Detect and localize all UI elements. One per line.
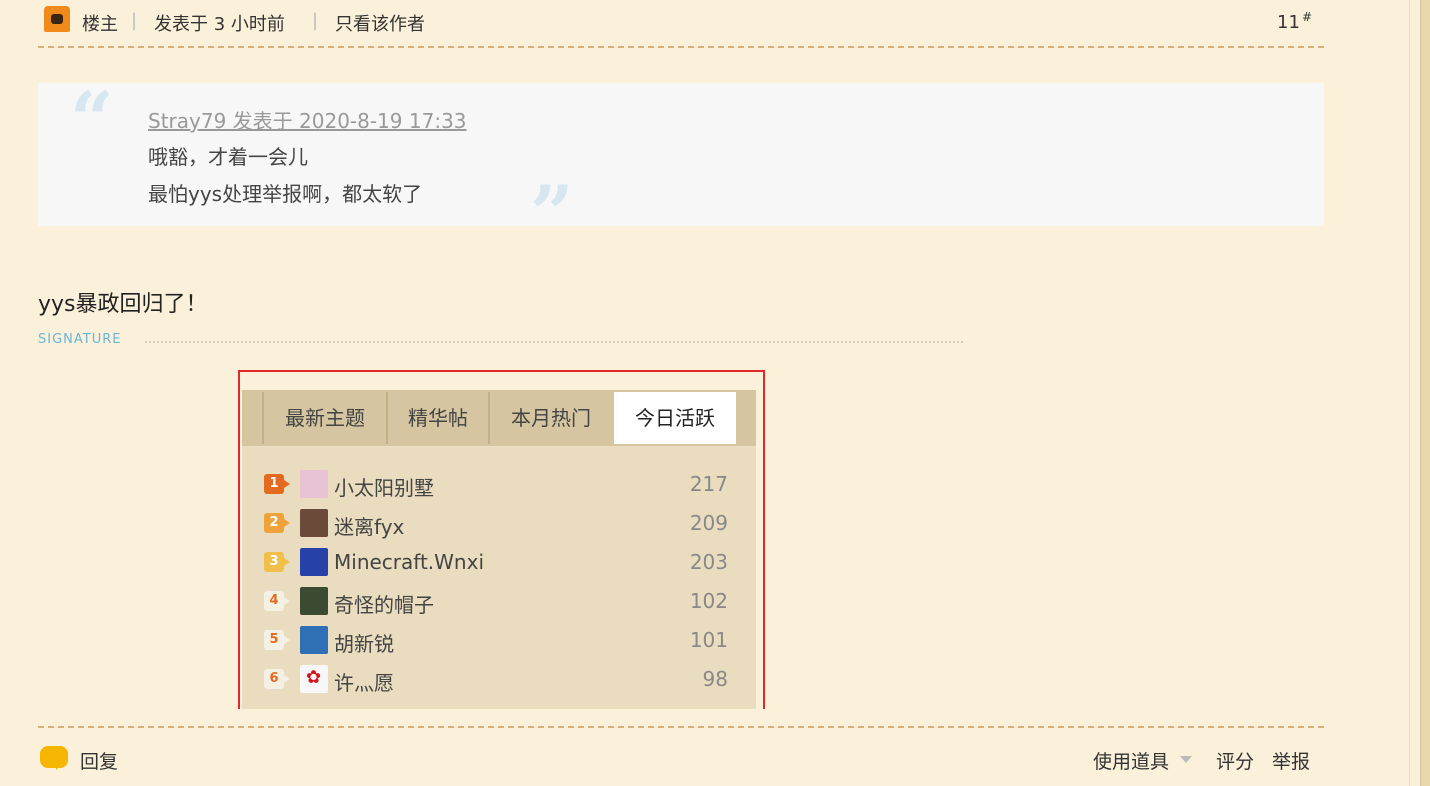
post-content: yys暴政回归了！ (38, 292, 208, 317)
quote-open-icon: “ (70, 75, 114, 164)
only-author-link[interactable]: 只看该作者 (335, 10, 425, 36)
rose-icon: ✿ (306, 667, 322, 688)
score: 98 (702, 667, 728, 691)
avatar (300, 626, 328, 654)
signature-image[interactable]: 最新主题 精华帖 本月热门 今日活跃 1 小太阳别墅 217 2 迷离fyx 2… (238, 370, 765, 709)
list-item: 2 迷离fyx 209 (264, 509, 734, 539)
user-name: 迷离fyx (334, 515, 405, 539)
score: 101 (689, 628, 728, 652)
quote-close-icon: ” (530, 169, 574, 258)
report-button[interactable]: 举报 (1272, 747, 1310, 774)
post-header: 楼主 | 发表于 3 小时前 | 只看该作者 11 # (40, 4, 1324, 36)
rank-badge: 6 (264, 669, 290, 689)
page-right-border (1409, 0, 1430, 786)
activity-widget: 最新主题 精华帖 本月热门 今日活跃 1 小太阳别墅 217 2 迷离fyx 2… (242, 390, 756, 709)
list-item: 1 小太阳别墅 217 (264, 470, 734, 500)
floor-number[interactable]: 11 # (1277, 10, 1312, 33)
signature-label: SIGNATURE (38, 332, 122, 347)
list-item: 4 奇怪的帽子 102 (264, 587, 734, 617)
score: 203 (689, 550, 728, 574)
tab-latest: 最新主题 (262, 392, 386, 444)
tab-today-active: 今日活跃 (614, 392, 736, 444)
header-divider (38, 46, 1324, 48)
signature-divider (145, 341, 963, 343)
avatar (300, 470, 328, 498)
score: 102 (689, 589, 728, 613)
use-tool-button[interactable]: 使用道具 (1093, 747, 1169, 774)
reply-icon[interactable] (40, 746, 68, 770)
rate-button[interactable]: 评分 (1216, 747, 1254, 774)
quote-block: “ Stray79 发表于 2020-8-19 17:33 哦豁，才着一会儿 最… (38, 75, 1324, 258)
user-name: Minecraft.Wnxi (334, 550, 484, 574)
user-name: 许灬愿 (334, 671, 394, 695)
separator: | (131, 10, 138, 31)
rank-badge: 3 (264, 552, 290, 572)
list-item: 6 ✿ 许灬愿 98 (264, 665, 734, 695)
score: 209 (689, 511, 728, 535)
tab-monthly-hot: 本月热门 (488, 392, 612, 444)
user-name: 奇怪的帽子 (334, 593, 434, 617)
avatar (300, 509, 328, 537)
reply-button[interactable]: 回复 (80, 747, 118, 774)
tab-featured: 精华帖 (386, 392, 488, 444)
avatar (300, 548, 328, 576)
posted-time: 发表于 3 小时前 (154, 14, 285, 35)
rank-badge: 2 (264, 513, 290, 533)
list-item: 3 Minecraft.Wnxi 203 (264, 548, 734, 578)
avatar (300, 587, 328, 615)
score: 217 (689, 472, 728, 496)
user-name: 小太阳别墅 (334, 476, 434, 500)
chevron-down-icon[interactable] (1180, 756, 1192, 763)
rank-badge: 1 (264, 474, 290, 494)
activity-tabs: 最新主题 精华帖 本月热门 今日活跃 (242, 390, 756, 446)
thread-owner-icon (44, 6, 70, 32)
user-name: 胡新锐 (334, 632, 394, 656)
list-item: 5 胡新锐 101 (264, 626, 734, 656)
separator: | (312, 10, 319, 31)
rank-badge: 4 (264, 591, 290, 611)
quote-line: 哦豁，才着一会儿 (148, 145, 308, 169)
footer-divider (38, 726, 1324, 728)
owner-label: 楼主 (82, 14, 118, 35)
rank-badge: 5 (264, 630, 290, 650)
avatar: ✿ (300, 665, 328, 693)
quote-author-link[interactable]: Stray79 发表于 2020-8-19 17:33 (148, 105, 467, 134)
quote-line: 最怕yys处理举报啊，都太软了 (148, 182, 423, 206)
